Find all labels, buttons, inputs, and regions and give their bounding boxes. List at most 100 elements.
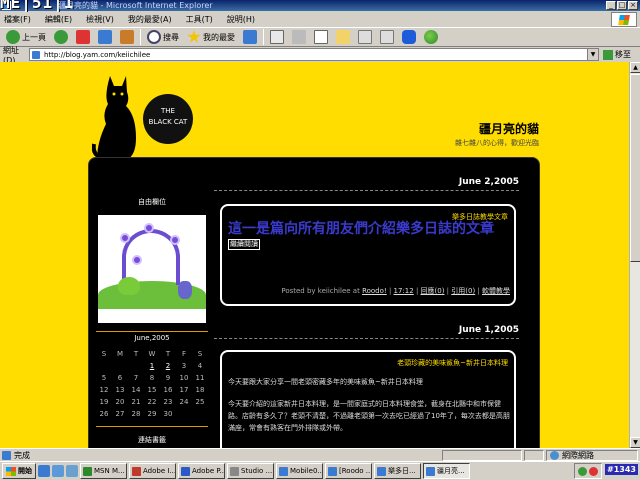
- taskbar-button-label: MSN M...: [94, 467, 125, 475]
- taskbar-button[interactable]: Adobe I...: [129, 463, 176, 479]
- toolbar: 上一頁 搜尋 我的最愛: [0, 27, 640, 47]
- search-button[interactable]: 搜尋: [145, 29, 181, 45]
- refresh-button[interactable]: [96, 29, 114, 45]
- home-icon: [120, 30, 134, 44]
- ie-quicklaunch-icon[interactable]: [38, 465, 50, 477]
- author-link[interactable]: Roodo!: [362, 287, 387, 295]
- address-input[interactable]: http://blog.yam.com/keiichilee ▼: [29, 48, 599, 61]
- taskbar-button[interactable]: Mobile0...: [276, 463, 323, 479]
- flower-icon: [170, 235, 180, 245]
- calendar-day: 24: [179, 398, 189, 406]
- desktop-quicklaunch-icon[interactable]: [66, 465, 78, 477]
- category-link[interactable]: 軟體教學: [482, 287, 510, 295]
- read-more-link[interactable]: 繼續閱讀: [228, 238, 260, 250]
- menu-tools[interactable]: 工具(T): [186, 14, 213, 25]
- back-button[interactable]: 上一頁: [4, 29, 48, 45]
- menu-bar: 檔案(F) 編輯(E) 檢視(V) 我的最愛(A) 工具(T) 說明(H): [0, 12, 640, 27]
- back-arrow-icon: [6, 30, 20, 44]
- calendar-day: 12: [99, 386, 109, 394]
- calendar-weekday: W: [148, 350, 156, 358]
- stop-icon: [76, 30, 90, 44]
- tray-icon[interactable]: [589, 466, 598, 476]
- calendar-day[interactable]: 2: [160, 360, 176, 372]
- calendar-day: 25: [195, 398, 205, 406]
- messenger-small-button[interactable]: [378, 29, 396, 45]
- post-category[interactable]: 老頭珍藏的美味鯊魚~新井日本料理: [397, 358, 508, 368]
- forward-button[interactable]: [52, 29, 70, 45]
- outlook-quicklaunch-icon[interactable]: [52, 465, 64, 477]
- go-button[interactable]: 移至: [603, 49, 631, 60]
- favorites-button[interactable]: 我的最愛: [185, 29, 237, 45]
- taskbar-button-label: [Roodo ...: [339, 467, 372, 475]
- calendar-day[interactable]: 1: [144, 360, 160, 372]
- taskbar-button-label: Studio ...: [241, 467, 273, 475]
- taskbar-button[interactable]: 樂多日...: [374, 463, 421, 479]
- status-pane: [442, 450, 522, 461]
- blog-description: 雜七雜八的心得，歡迎光臨: [455, 139, 539, 147]
- bluetooth-button[interactable]: [400, 29, 418, 45]
- status-text: 完成: [14, 450, 30, 460]
- edit-button[interactable]: [312, 29, 330, 45]
- taskbar-button[interactable]: 疆月亮...: [423, 463, 470, 479]
- scroll-down-icon[interactable]: ▼: [630, 437, 640, 448]
- post-title-link[interactable]: 這一是篇向所有朋友們介紹樂多日誌的文章: [228, 221, 494, 237]
- menu-favorites[interactable]: 我的最愛(A): [128, 14, 172, 25]
- history-button[interactable]: [241, 29, 259, 45]
- menu-file[interactable]: 檔案(F): [4, 14, 31, 25]
- chevron-down-icon[interactable]: ▼: [587, 49, 598, 60]
- app-icon: [279, 466, 288, 476]
- vertical-scrollbar[interactable]: ▲ ▼: [629, 62, 640, 448]
- printer-icon: [292, 30, 306, 44]
- mail-button[interactable]: [268, 29, 286, 45]
- scroll-up-icon[interactable]: ▲: [630, 62, 640, 73]
- badge-line-2: BLACK CAT: [148, 118, 188, 126]
- app-icon: [181, 466, 190, 476]
- maximize-icon[interactable]: □: [617, 1, 627, 10]
- home-button[interactable]: [118, 29, 136, 45]
- taskbar-button[interactable]: [Roodo ...: [325, 463, 372, 479]
- sidebar: 自由欄位 June,2005 S M T W T F S 1 2 3 4 5 6 7 8 9 10 11 12 13 1…: [96, 197, 208, 445]
- post-body-paragraph: 今天要介紹的這家新井日本料理，是一間家庭式的日本料理食堂，截身在北縣中和市保健路…: [228, 400, 510, 432]
- calendar-day: [96, 360, 112, 372]
- flower-icon: [120, 233, 130, 243]
- menu-edit[interactable]: 編輯(E): [45, 14, 72, 25]
- free-slot-heading: 自由欄位: [138, 198, 166, 206]
- back-label: 上一頁: [22, 32, 46, 42]
- trackbacks-link[interactable]: 引用(0): [451, 287, 475, 295]
- scroll-thumb[interactable]: [630, 74, 640, 262]
- history-icon: [243, 30, 257, 44]
- calendar: S M T W T F S 1 2 3 4 5 6 7 8 9 10 11 12 13 14 15 16 17 18 19 20 21…: [96, 348, 208, 420]
- system-tray: [574, 463, 602, 479]
- calendar-day: 11: [195, 374, 205, 382]
- research-button[interactable]: [356, 29, 374, 45]
- taskbar-button[interactable]: MSN M...: [80, 463, 127, 479]
- taskbar-button[interactable]: Studio ...: [227, 463, 274, 479]
- comments-link[interactable]: 回應(0): [421, 287, 445, 295]
- app-icon: [328, 466, 337, 476]
- divider: [96, 426, 208, 427]
- minimize-icon[interactable]: _: [606, 1, 616, 10]
- messenger-button[interactable]: [422, 29, 440, 45]
- tray-icon[interactable]: [578, 466, 587, 476]
- close-icon[interactable]: ×: [628, 1, 638, 10]
- taskbar-button[interactable]: Adobe P...: [178, 463, 225, 479]
- page-icon: [32, 51, 40, 59]
- calendar-weekday: F: [181, 350, 187, 358]
- taskbar-button-label: Adobe I...: [143, 467, 176, 475]
- print-button[interactable]: [290, 29, 308, 45]
- post-time-link[interactable]: 17:12: [394, 287, 414, 295]
- calendar-day: 13: [115, 386, 125, 394]
- menu-help[interactable]: 說明(H): [227, 14, 255, 25]
- menu-view[interactable]: 檢視(V): [86, 14, 114, 25]
- taskbar-button-label: 疆月亮...: [437, 467, 465, 475]
- security-zone: 網際網路: [546, 450, 638, 461]
- divider: [214, 190, 519, 191]
- calendar-weekday: M: [116, 350, 124, 358]
- folder-button[interactable]: [334, 29, 352, 45]
- stop-button[interactable]: [74, 29, 92, 45]
- window-title: 疆月亮的貓 - Microsoft Internet Explorer: [58, 1, 213, 10]
- start-button[interactable]: 開始: [2, 463, 36, 479]
- blog-title[interactable]: 疆月亮的貓: [479, 120, 539, 137]
- calendar-day: [128, 360, 144, 372]
- black-cat-icon: [92, 76, 136, 160]
